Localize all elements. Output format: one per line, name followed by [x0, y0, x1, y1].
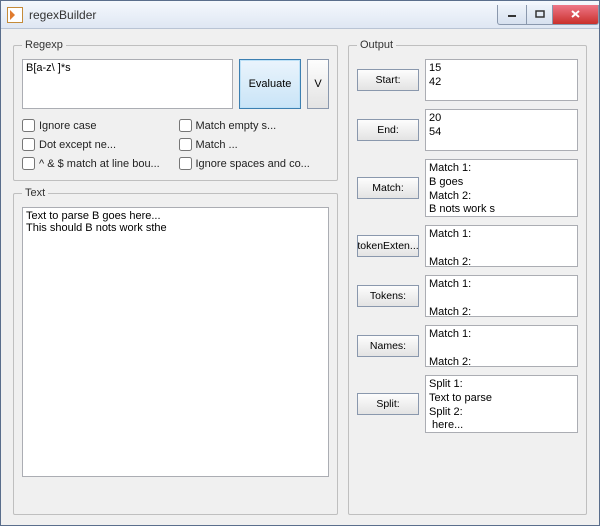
output-group: Output Start: End: Match: tokenExten... [348, 39, 587, 515]
start-button[interactable]: Start: [357, 69, 419, 91]
dot-except-checkbox[interactable]: Dot except ne... [22, 138, 173, 151]
regexp-options: Ignore case Match empty s... Dot except … [22, 119, 329, 170]
close-button[interactable] [553, 5, 599, 25]
regexp-legend: Regexp [22, 39, 66, 51]
window-title: regexBuilder [29, 8, 96, 22]
tokenextents-button[interactable]: tokenExten... [357, 235, 419, 257]
evaluate-button[interactable]: Evaluate [239, 59, 301, 109]
dot-except-label: Dot except ne... [39, 139, 116, 151]
end-button[interactable]: End: [357, 119, 419, 141]
window-controls [497, 5, 599, 25]
match-label: Match ... [196, 139, 238, 151]
anchors-checkbox[interactable]: ^ & $ match at line bou... [22, 157, 173, 170]
regexp-group: Regexp Evaluate V Ignore case Match empt… [13, 39, 338, 181]
minimize-button[interactable] [497, 5, 527, 25]
start-output[interactable] [425, 59, 578, 101]
match-button[interactable]: Match: [357, 177, 419, 199]
split-button[interactable]: Split: [357, 393, 419, 415]
titlebar[interactable]: regexBuilder [1, 1, 599, 29]
maximize-button[interactable] [527, 5, 553, 25]
tokenextents-output[interactable] [425, 225, 578, 267]
anchors-label: ^ & $ match at line bou... [39, 158, 160, 170]
tokens-button[interactable]: Tokens: [357, 285, 419, 307]
text-input[interactable] [22, 207, 329, 477]
ignore-case-checkbox[interactable]: Ignore case [22, 119, 173, 132]
names-output[interactable] [425, 325, 578, 367]
ignore-spaces-label: Ignore spaces and co... [196, 158, 310, 170]
text-legend: Text [22, 187, 48, 199]
right-column: Output Start: End: Match: tokenExten... [348, 39, 587, 515]
ignore-spaces-checkbox[interactable]: Ignore spaces and co... [179, 157, 330, 170]
end-output[interactable] [425, 109, 578, 151]
match-empty-label: Match empty s... [196, 120, 277, 132]
left-column: Regexp Evaluate V Ignore case Match empt… [13, 39, 338, 515]
output-legend: Output [357, 39, 396, 51]
app-window: regexBuilder Regexp Evaluate V [0, 0, 600, 526]
tokens-output[interactable] [425, 275, 578, 317]
split-output[interactable] [425, 375, 578, 433]
minimize-icon [507, 10, 517, 18]
match-checkbox[interactable]: Match ... [179, 138, 330, 151]
close-icon [570, 9, 581, 19]
dropdown-button[interactable]: V [307, 59, 329, 109]
app-icon [7, 7, 23, 23]
names-button[interactable]: Names: [357, 335, 419, 357]
ignore-case-label: Ignore case [39, 120, 96, 132]
text-group: Text [13, 187, 338, 515]
match-empty-checkbox[interactable]: Match empty s... [179, 119, 330, 132]
maximize-icon [535, 10, 545, 18]
regexp-input[interactable] [22, 59, 233, 109]
match-output[interactable] [425, 159, 578, 217]
client-area: Regexp Evaluate V Ignore case Match empt… [1, 29, 599, 525]
